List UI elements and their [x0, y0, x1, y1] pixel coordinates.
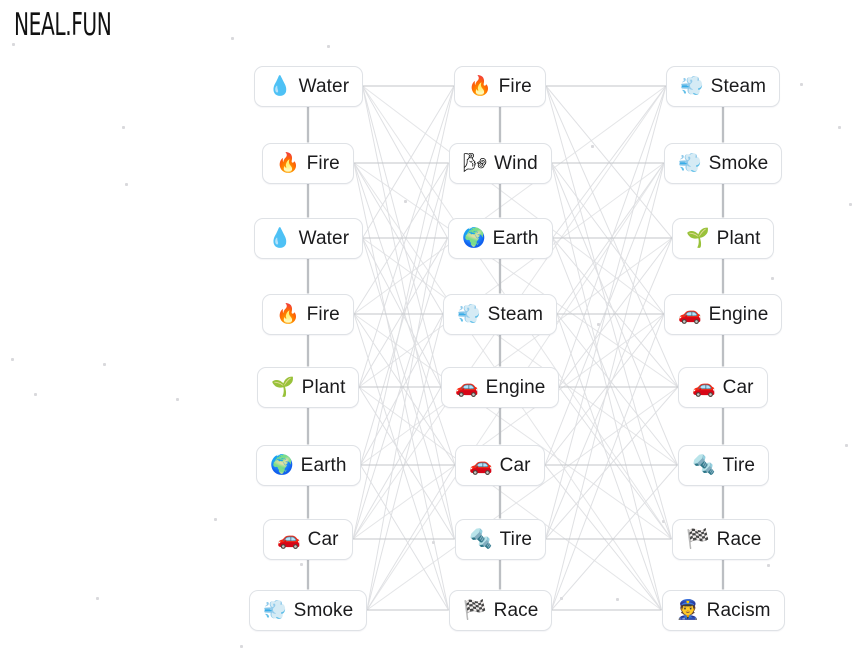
- fire-icon: 🔥: [468, 75, 492, 97]
- element-node-wind[interactable]: 🌬 Wind: [449, 143, 552, 184]
- element-node-engine[interactable]: 🚗 Engine: [664, 294, 783, 335]
- element-node-label: Fire: [306, 153, 340, 174]
- element-node-label: Steam: [487, 304, 544, 325]
- dash-icon: 💨: [678, 152, 702, 174]
- water-drop-icon: 💧: [268, 227, 292, 249]
- element-node-racism[interactable]: 👮 Racism: [662, 590, 785, 631]
- chequered-flag-icon: 🏁: [686, 528, 710, 550]
- element-node-label: Water: [298, 228, 350, 249]
- water-drop-icon: 💧: [268, 75, 292, 97]
- chequered-flag-icon: 🏁: [463, 599, 487, 621]
- element-node-steam[interactable]: 💨 Steam: [666, 66, 781, 107]
- element-node-grid: 💧 Water 🔥 Fire 💧 Water 🔥 Fire 🌱 Plant 🌍 Earth 🚗 Car 💨 S…: [0, 0, 863, 658]
- element-node-label: Smoke: [293, 600, 354, 621]
- element-node-race[interactable]: 🏁 Race: [449, 590, 553, 631]
- element-node-smoke[interactable]: 💨 Smoke: [664, 143, 783, 184]
- element-node-label: Fire: [498, 76, 532, 97]
- element-node-tire[interactable]: 🔩 Tire: [678, 445, 770, 486]
- element-node-plant[interactable]: 🌱 Plant: [672, 218, 775, 259]
- fire-icon: 🔥: [276, 303, 300, 325]
- element-node-label: Car: [307, 529, 339, 550]
- element-node-fire[interactable]: 🔥 Fire: [262, 294, 354, 335]
- element-node-label: Plant: [301, 377, 346, 398]
- dash-icon: 💨: [457, 303, 481, 325]
- element-node-label: Plant: [716, 228, 761, 249]
- element-node-water[interactable]: 💧 Water: [254, 218, 364, 259]
- car-icon: 🚗: [455, 376, 479, 398]
- car-icon: 🚗: [678, 303, 702, 325]
- element-node-label: Engine: [708, 304, 769, 325]
- element-node-label: Race: [493, 600, 539, 621]
- element-node-label: Water: [298, 76, 350, 97]
- element-node-label: Car: [499, 455, 531, 476]
- element-node-fire[interactable]: 🔥 Fire: [454, 66, 546, 107]
- element-node-label: Earth: [300, 455, 347, 476]
- wind-face-icon: 🌬: [463, 152, 488, 174]
- element-node-label: Tire: [499, 529, 533, 550]
- car-icon: 🚗: [692, 376, 716, 398]
- seedling-icon: 🌱: [271, 376, 295, 398]
- element-node-earth[interactable]: 🌍 Earth: [448, 218, 553, 259]
- seedling-icon: 🌱: [686, 227, 710, 249]
- element-node-smoke[interactable]: 💨 Smoke: [249, 590, 368, 631]
- canvas: NEAL.FUN 💧 Water 🔥 Fire 💧 Water 🔥 Fire 🌱 Plant 🌍 Ea…: [0, 0, 863, 658]
- globe-icon: 🌍: [462, 227, 486, 249]
- element-node-label: Steam: [710, 76, 767, 97]
- fire-icon: 🔥: [276, 152, 300, 174]
- element-node-label: Smoke: [708, 153, 769, 174]
- element-node-label: Earth: [492, 228, 539, 249]
- element-node-tire[interactable]: 🔩 Tire: [455, 519, 547, 560]
- element-node-label: Car: [722, 377, 754, 398]
- dash-icon: 💨: [680, 75, 704, 97]
- car-icon: 🚗: [469, 454, 493, 476]
- element-node-label: Tire: [722, 455, 756, 476]
- police-officer-icon: 👮: [676, 599, 700, 621]
- element-node-label: Race: [716, 529, 762, 550]
- element-node-car[interactable]: 🚗 Car: [678, 367, 768, 408]
- bolt-nut-icon: 🔩: [692, 454, 716, 476]
- dash-icon: 💨: [263, 599, 287, 621]
- element-node-engine[interactable]: 🚗 Engine: [441, 367, 560, 408]
- element-node-fire[interactable]: 🔥 Fire: [262, 143, 354, 184]
- element-node-label: Fire: [306, 304, 340, 325]
- element-node-race[interactable]: 🏁 Race: [672, 519, 776, 560]
- bolt-nut-icon: 🔩: [469, 528, 493, 550]
- element-node-steam[interactable]: 💨 Steam: [443, 294, 558, 335]
- element-node-label: Wind: [494, 153, 538, 174]
- element-node-car[interactable]: 🚗 Car: [455, 445, 545, 486]
- globe-icon: 🌍: [270, 454, 294, 476]
- element-node-car[interactable]: 🚗 Car: [263, 519, 353, 560]
- element-node-plant[interactable]: 🌱 Plant: [257, 367, 360, 408]
- element-node-water[interactable]: 💧 Water: [254, 66, 364, 107]
- car-icon: 🚗: [277, 528, 301, 550]
- element-node-label: Engine: [485, 377, 546, 398]
- element-node-label: Racism: [706, 600, 771, 621]
- element-node-earth[interactable]: 🌍 Earth: [256, 445, 361, 486]
